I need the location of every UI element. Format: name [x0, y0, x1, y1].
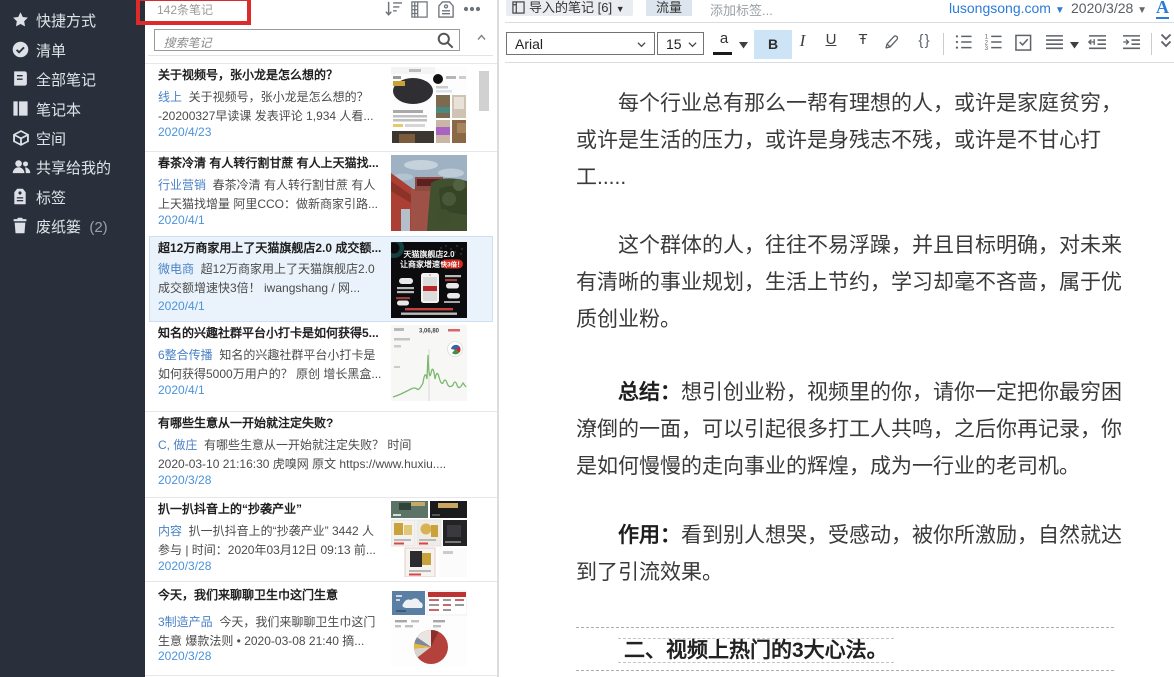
svg-text:天猫旗舰店2.0: 天猫旗舰店2.0 — [403, 249, 455, 259]
svg-text:让商家增速: 让商家增速 — [400, 259, 440, 269]
svg-text:3: 3 — [985, 45, 989, 50]
svg-text:快3倍！: 快3倍！ — [440, 260, 463, 269]
svg-text:3,06,80: 3,06,80 — [419, 329, 440, 335]
